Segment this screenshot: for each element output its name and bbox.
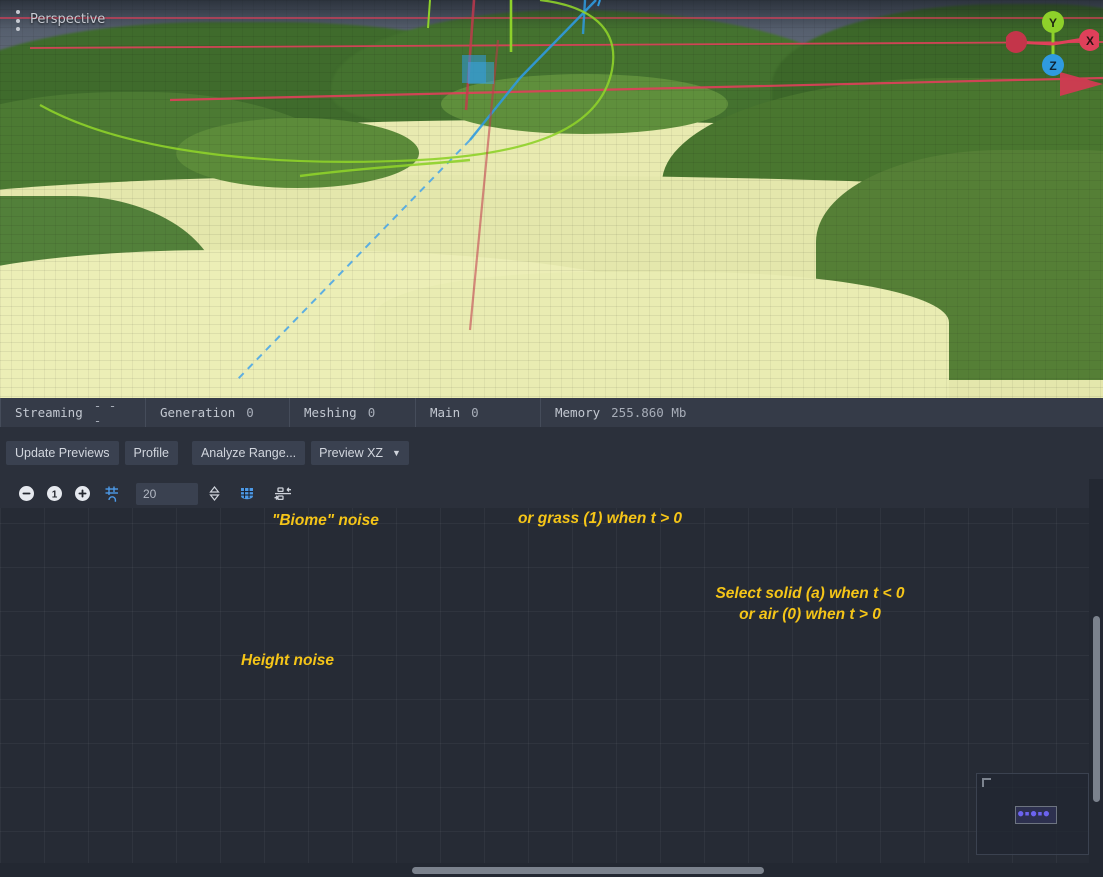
chevron-down-icon: ▼ xyxy=(392,448,401,458)
scrollbar-corner xyxy=(1089,863,1103,877)
viewport-label: Perspective xyxy=(30,12,106,27)
stepper-updown-icon[interactable] xyxy=(201,482,227,506)
status-memory-value: 255.860 Mb xyxy=(611,405,687,420)
zoom-reset-icon[interactable]: 1 xyxy=(40,482,68,506)
minimap-node-cluster: ●▪●▪● xyxy=(1018,809,1051,819)
graph-vertical-scrollbar[interactable] xyxy=(1089,479,1103,877)
status-streaming-value: - - - xyxy=(93,397,117,428)
snap-to-grid-icon[interactable] xyxy=(100,482,128,506)
status-streaming-key: Streaming xyxy=(15,405,83,420)
graph-panel: Update Previews Profile Analyze Range...… xyxy=(0,427,1103,877)
grid-size-input[interactable]: 20 xyxy=(136,482,198,505)
gizmo-y-label: Y xyxy=(1049,16,1057,30)
status-meshing-key: Meshing xyxy=(304,405,357,420)
viewport-3d[interactable]: Perspective Y X Z xyxy=(0,0,1103,398)
graph-minimap[interactable]: ●▪●▪● xyxy=(976,773,1089,855)
status-meshing-value: 0 xyxy=(367,405,376,420)
status-streaming: Streaming - - - xyxy=(0,397,146,428)
status-bar: Streaming - - - Generation 0 Meshing 0 M… xyxy=(0,397,1103,428)
viewport-axis-overlay xyxy=(0,0,1103,381)
gizmo-x-label: X xyxy=(1086,34,1094,48)
status-main: Main 0 xyxy=(416,398,541,427)
graph-action-toolbar: Update Previews Profile Analyze Range...… xyxy=(0,427,1103,479)
preview-cube-icon[interactable] xyxy=(233,482,261,506)
status-main-key: Main xyxy=(430,405,461,420)
update-previews-button[interactable]: Update Previews xyxy=(6,441,119,465)
preview-axis-value: Preview XZ xyxy=(319,446,384,460)
graph-view-toolbar: 1 20 xyxy=(0,479,1103,508)
status-meshing: Meshing 0 xyxy=(290,398,416,427)
status-generation-value: 0 xyxy=(246,405,254,420)
zoom-in-icon[interactable] xyxy=(68,482,96,506)
status-memory: Memory 255.860 Mb xyxy=(541,398,700,427)
svg-text:1: 1 xyxy=(51,489,57,500)
scrollbar-thumb[interactable] xyxy=(412,867,764,874)
profile-button[interactable]: Profile xyxy=(124,441,178,465)
analyze-range-button[interactable]: Analyze Range... xyxy=(191,441,306,465)
graph-horizontal-scrollbar[interactable] xyxy=(0,863,1103,877)
zoom-out-icon[interactable] xyxy=(12,482,40,506)
view-orientation-gizmo[interactable]: Y X Z xyxy=(1006,4,1099,84)
scrollbar-thumb[interactable] xyxy=(1093,616,1100,802)
status-generation-key: Generation xyxy=(160,405,236,420)
minimap-corner-marker xyxy=(982,778,991,787)
canvas-grid xyxy=(0,479,1103,877)
auto-layout-icon[interactable] xyxy=(269,482,297,506)
preview-axis-select[interactable]: Preview XZ ▼ xyxy=(311,441,409,465)
kebab-menu-icon[interactable] xyxy=(15,10,20,31)
status-main-value: 0 xyxy=(471,405,479,420)
status-generation: Generation 0 xyxy=(146,398,290,427)
status-memory-key: Memory xyxy=(555,405,601,420)
gizmo-z-label: Z xyxy=(1049,59,1056,73)
node-graph-canvas[interactable]: 1 20 "Biome" noise or grass (1) when t >… xyxy=(0,479,1103,877)
